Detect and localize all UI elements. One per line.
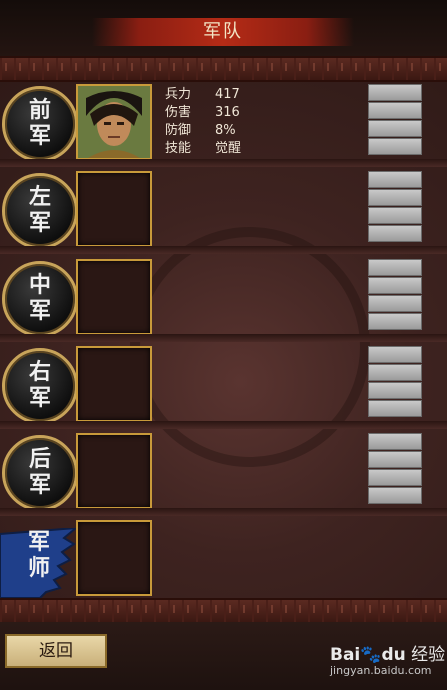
page-title: 军队 [92, 18, 354, 46]
equip-slot-button[interactable] [368, 400, 422, 417]
medal-char-bottom: 军 [28, 299, 51, 324]
general-slot-left[interactable] [76, 171, 152, 247]
medal-char-bottom: 军 [28, 473, 51, 498]
medal-char-top: 中 [28, 273, 51, 298]
equip-slot-button[interactable] [368, 433, 422, 450]
stat-value: 8% [215, 123, 236, 138]
watermark-brand-b: du [381, 645, 406, 665]
medal-char-top: 后 [28, 447, 51, 472]
slot-row-right: 右 军 [0, 344, 447, 429]
watermark-brand-c: 经验 [411, 645, 446, 665]
slot-row-left: 左 军 [0, 169, 447, 254]
general-slot-rear[interactable] [76, 433, 152, 509]
equip-slot-button[interactable] [368, 469, 422, 486]
stat-value: 316 [215, 105, 240, 120]
slot-row-front: 前 军 兵力 417 伤害 316 防御 8% 技能 觉醒 [0, 82, 447, 167]
slot-row-rear: 后 军 [0, 431, 447, 516]
row-divider [0, 159, 447, 167]
stat-value: 417 [215, 87, 240, 102]
stat-row: 技能 觉醒 [165, 140, 241, 158]
watermark-url: jingyan.baidu.com [330, 664, 432, 677]
equip-slot-button[interactable] [368, 295, 422, 312]
strategist-label: 军 师 [28, 530, 50, 582]
medal-right[interactable]: 右 军 [2, 348, 78, 424]
medal-rear[interactable]: 后 军 [2, 435, 78, 511]
medal-front[interactable]: 前 军 [2, 86, 78, 162]
medal-center[interactable]: 中 军 [2, 261, 78, 337]
equip-slot-button[interactable] [368, 207, 422, 224]
equip-slot-button[interactable] [368, 171, 422, 188]
equip-slot-button[interactable] [368, 189, 422, 206]
equip-slot-button[interactable] [368, 138, 422, 155]
equip-slot-button[interactable] [368, 487, 422, 504]
stat-row: 兵力 417 [165, 86, 241, 104]
general-slot-center[interactable] [76, 259, 152, 335]
medal-char-top: 前 [28, 98, 51, 123]
medal-char-bottom: 军 [28, 124, 51, 149]
stat-label: 兵力 [165, 87, 192, 102]
stat-value: 觉醒 [215, 141, 242, 156]
equip-slot-button[interactable] [368, 102, 422, 119]
equip-slot-button[interactable] [368, 451, 422, 468]
equip-slot-button[interactable] [368, 364, 422, 381]
slot-row-strategist: 军 师 [0, 518, 447, 603]
army-panel: 前 军 兵力 417 伤害 316 防御 8% 技能 觉醒 左 军 中 军 右 … [0, 82, 447, 600]
title-bar: 军队 [0, 0, 447, 56]
general-slot-right[interactable] [76, 346, 152, 422]
equip-slot-button[interactable] [368, 382, 422, 399]
equip-slot-button[interactable] [368, 313, 422, 330]
row-divider [0, 246, 447, 254]
row-divider [0, 421, 447, 429]
equip-slot-button[interactable] [368, 346, 422, 363]
medal-char-top: 左 [28, 185, 51, 210]
stat-row: 防御 8% [165, 122, 241, 140]
equip-slot-button[interactable] [368, 225, 422, 242]
back-button[interactable]: 返回 [5, 634, 107, 668]
equip-slot-button[interactable] [368, 277, 422, 294]
paw-icon: 🐾 [360, 645, 382, 665]
stat-label: 防御 [165, 123, 192, 138]
watermark-brand-a: Bai [330, 645, 361, 665]
stat-label: 技能 [165, 141, 192, 156]
row-divider [0, 508, 447, 516]
medal-char-top: 右 [28, 360, 51, 385]
medal-char-bottom: 军 [28, 211, 51, 236]
medal-char-bottom: 师 [28, 556, 51, 581]
equip-slot-button[interactable] [368, 84, 422, 101]
row-divider [0, 334, 447, 342]
stat-label: 伤害 [165, 105, 192, 120]
general-slot-strategist[interactable] [76, 520, 152, 596]
baidu-watermark: Bai🐾du 经验 [330, 640, 445, 665]
medal-char-bottom: 军 [28, 386, 51, 411]
equip-slot-button[interactable] [368, 259, 422, 276]
general-portrait [78, 86, 150, 158]
top-decor-border [0, 56, 447, 82]
slot-row-center: 中 军 [0, 257, 447, 342]
medal-left[interactable]: 左 军 [2, 173, 78, 249]
stat-row: 伤害 316 [165, 104, 241, 122]
equip-slot-button[interactable] [368, 120, 422, 137]
general-stats: 兵力 417 伤害 316 防御 8% 技能 觉醒 [165, 86, 241, 158]
medal-char-top: 军 [28, 530, 51, 555]
bottom-decor-border [0, 598, 447, 624]
general-slot-front[interactable] [76, 84, 152, 160]
